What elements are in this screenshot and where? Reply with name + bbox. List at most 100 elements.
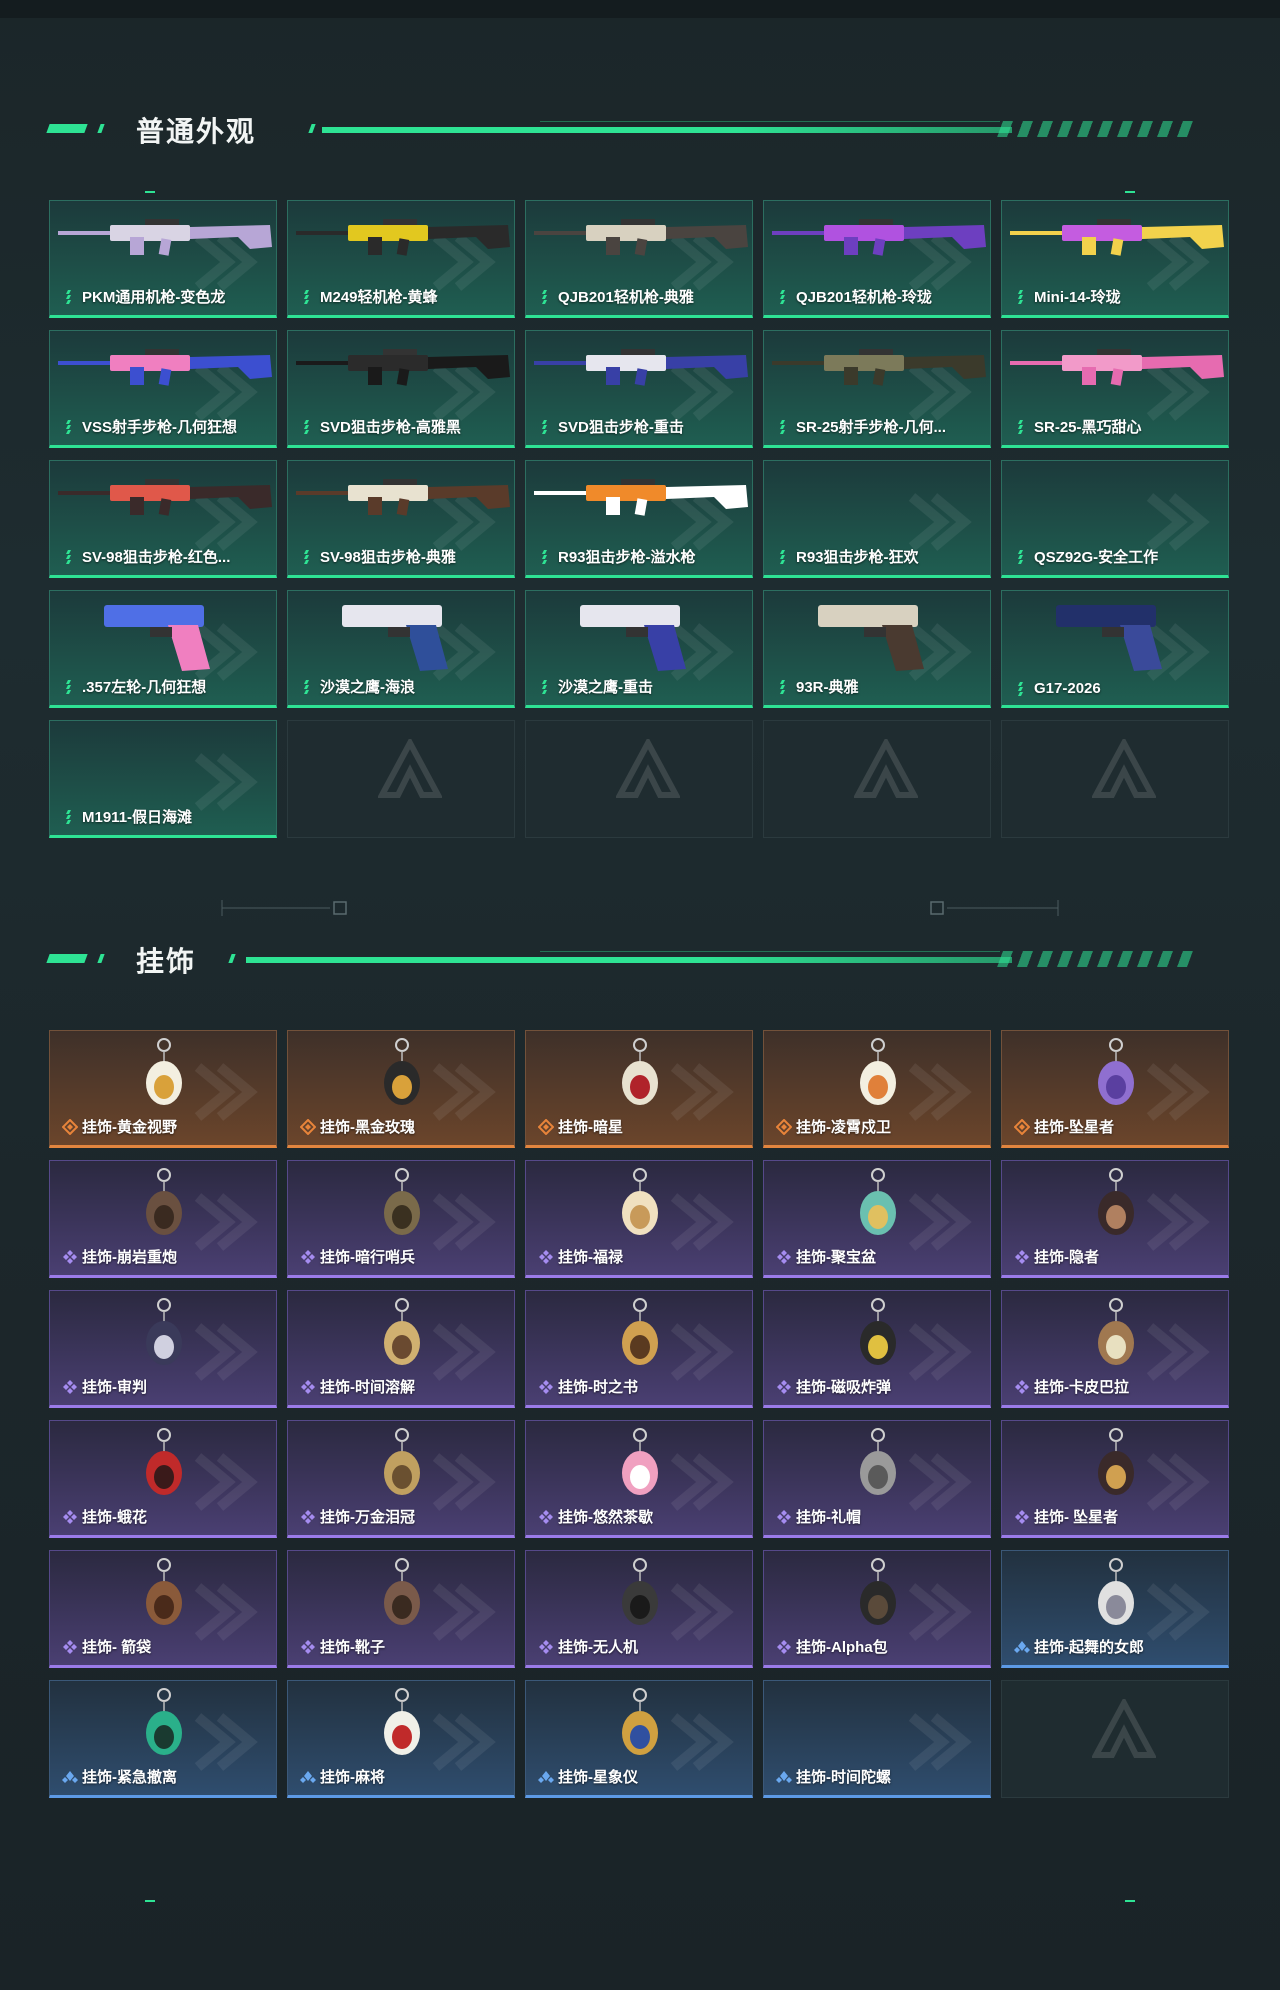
charm-card[interactable]: 挂饰-黑金玫瑰 bbox=[287, 1030, 515, 1148]
item-label-row: M249轻机枪-黄蜂 bbox=[300, 286, 438, 307]
item-label-row: 挂饰-崩岩重炮 bbox=[62, 1246, 177, 1267]
charm-card[interactable]: 挂饰-悠然茶歇 bbox=[525, 1420, 753, 1538]
weapon-skin-card[interactable]: M249轻机枪-黄蜂 bbox=[287, 200, 515, 318]
item-name: 挂饰- 坠星者 bbox=[1034, 1509, 1119, 1526]
weapon-image bbox=[296, 479, 510, 516]
charm-card[interactable]: 挂饰-卡皮巴拉 bbox=[1001, 1290, 1229, 1408]
quality-purple-icon bbox=[539, 1509, 553, 1524]
charm-card[interactable]: 挂饰-Alpha包 bbox=[763, 1550, 991, 1668]
charm-card[interactable]: 挂饰- 坠星者 bbox=[1001, 1420, 1229, 1538]
charm-card[interactable]: 挂饰-礼帽 bbox=[763, 1420, 991, 1538]
item-label-row: PKM通用机枪-变色龙 bbox=[62, 286, 225, 307]
charm-card[interactable]: 挂饰-凌霄戍卫 bbox=[763, 1030, 991, 1148]
charm-card[interactable]: 挂饰-紧急撤离 bbox=[49, 1680, 277, 1798]
item-name: 挂饰-万金泪冠 bbox=[320, 1509, 415, 1526]
charm-card[interactable]: 挂饰-蛾花 bbox=[49, 1420, 277, 1538]
charm-image bbox=[384, 1298, 420, 1365]
charm-card[interactable]: 挂饰-万金泪冠 bbox=[287, 1420, 515, 1538]
charm-card[interactable]: 挂饰-时间溶解 bbox=[287, 1290, 515, 1408]
item-label-row: 挂饰-无人机 bbox=[538, 1636, 638, 1657]
item-name: 沙漠之鹰-海浪 bbox=[320, 679, 415, 696]
item-label-row: 挂饰-悠然茶歇 bbox=[538, 1506, 653, 1527]
charm-card[interactable]: 挂饰-审判 bbox=[49, 1290, 277, 1408]
weapon-image bbox=[58, 219, 272, 256]
charm-card[interactable]: 挂饰-黄金视野 bbox=[49, 1030, 277, 1148]
weapon-skin-card[interactable]: 93R-典雅 bbox=[763, 590, 991, 708]
weapon-skin-card[interactable]: .357左轮-几何狂想 bbox=[49, 590, 277, 708]
charm-card[interactable]: 挂饰-无人机 bbox=[525, 1550, 753, 1668]
item-name: 挂饰-磁吸炸弹 bbox=[796, 1379, 891, 1396]
item-label-row: R93狙击步枪-溢水枪 bbox=[538, 546, 696, 567]
quality-green-icon bbox=[304, 289, 309, 304]
quality-purple-icon bbox=[301, 1639, 315, 1654]
weapon-skin-card[interactable]: QJB201轻机枪-玲珑 bbox=[763, 200, 991, 318]
item-name: SVD狙击步枪-重击 bbox=[558, 419, 684, 436]
quality-purple-icon bbox=[777, 1509, 791, 1524]
section-header-skins: 普通外观 bbox=[0, 108, 1280, 148]
item-name: 挂饰-凌霄戍卫 bbox=[796, 1119, 891, 1136]
charm-image bbox=[860, 1038, 896, 1105]
item-label-row: 挂饰-审判 bbox=[62, 1376, 147, 1397]
quality-purple-icon bbox=[1015, 1249, 1029, 1264]
quality-green-icon bbox=[66, 419, 71, 434]
quality-green-icon bbox=[1018, 419, 1023, 434]
header-accent-tick bbox=[97, 124, 105, 133]
quality-purple-icon bbox=[301, 1249, 315, 1264]
quality-green-icon bbox=[780, 549, 785, 564]
item-name: 挂饰-Alpha包 bbox=[796, 1639, 888, 1656]
weapon-skin-card[interactable]: SVD狙击步枪-高雅黑 bbox=[287, 330, 515, 448]
charm-card[interactable]: 挂饰-麻将 bbox=[287, 1680, 515, 1798]
charm-card[interactable]: 挂饰-隐者 bbox=[1001, 1160, 1229, 1278]
weapon-skin-card[interactable]: 沙漠之鹰-海浪 bbox=[287, 590, 515, 708]
item-name: 挂饰-礼帽 bbox=[796, 1509, 861, 1526]
weapon-skin-card[interactable]: PKM通用机枪-变色龙 bbox=[49, 200, 277, 318]
weapon-skin-card[interactable]: QJB201轻机枪-典雅 bbox=[525, 200, 753, 318]
weapon-skin-card[interactable]: R93狙击步枪-溢水枪 bbox=[525, 460, 753, 578]
weapon-image bbox=[772, 349, 986, 386]
charm-card[interactable]: 挂饰-暗星 bbox=[525, 1030, 753, 1148]
charm-card[interactable]: 挂饰-暗行哨兵 bbox=[287, 1160, 515, 1278]
item-label-row: 挂饰-暗行哨兵 bbox=[300, 1246, 415, 1267]
charm-card[interactable]: 挂饰-聚宝盆 bbox=[763, 1160, 991, 1278]
divider-lines bbox=[221, 900, 1059, 916]
charm-card[interactable]: 挂饰-磁吸炸弹 bbox=[763, 1290, 991, 1408]
charm-card[interactable]: 挂饰-坠星者 bbox=[1001, 1030, 1229, 1148]
item-name: M249轻机枪-黄蜂 bbox=[320, 289, 438, 306]
item-name: SV-98狙击步枪-红色... bbox=[82, 549, 231, 566]
charm-card[interactable]: 挂饰-时之书 bbox=[525, 1290, 753, 1408]
weapon-skin-card[interactable]: SVD狙击步枪-重击 bbox=[525, 330, 753, 448]
quality-purple-icon bbox=[539, 1379, 553, 1394]
weapon-skin-card[interactable]: SR-25-黑巧甜心 bbox=[1001, 330, 1229, 448]
weapon-skin-card[interactable]: SV-98狙击步枪-红色... bbox=[49, 460, 277, 578]
quality-green-icon bbox=[542, 289, 547, 304]
item-name: 挂饰-悠然茶歇 bbox=[558, 1509, 653, 1526]
charm-card[interactable]: 挂饰-崩岩重炮 bbox=[49, 1160, 277, 1278]
quality-green-icon bbox=[1018, 549, 1023, 564]
charm-card[interactable]: 挂饰-起舞的女郎 bbox=[1001, 1550, 1229, 1668]
weapon-skin-card[interactable]: R93狙击步枪-狂欢 bbox=[763, 460, 991, 578]
charm-card[interactable]: 挂饰- 箭袋 bbox=[49, 1550, 277, 1668]
charm-image bbox=[860, 1558, 896, 1625]
weapon-skin-card[interactable]: G17-2026 bbox=[1001, 590, 1229, 708]
weapon-skin-card[interactable]: 沙漠之鹰-重击 bbox=[525, 590, 753, 708]
charm-card[interactable]: 挂饰-时间陀螺 bbox=[763, 1680, 991, 1798]
weapon-skin-card[interactable]: Mini-14-玲珑 bbox=[1001, 200, 1229, 318]
charm-image bbox=[622, 1428, 658, 1495]
quality-blue-icon bbox=[62, 1770, 78, 1783]
charm-card[interactable]: 挂饰-靴子 bbox=[287, 1550, 515, 1668]
weapon-skin-card[interactable]: SR-25射手步枪-几何... bbox=[763, 330, 991, 448]
header-accent-tick bbox=[308, 124, 316, 133]
quality-blue-icon bbox=[776, 1770, 792, 1783]
charm-card[interactable]: 挂饰-福禄 bbox=[525, 1160, 753, 1278]
charm-card[interactable]: 挂饰-星象仪 bbox=[525, 1680, 753, 1798]
weapon-skin-card[interactable]: M1911-假日海滩 bbox=[49, 720, 277, 838]
weapon-skin-card[interactable]: VSS射手步枪-几何狂想 bbox=[49, 330, 277, 448]
quality-purple-icon bbox=[63, 1379, 77, 1394]
item-name: QSZ92G-安全工作 bbox=[1034, 549, 1159, 566]
quality-purple-icon bbox=[301, 1509, 315, 1524]
quality-purple-icon bbox=[777, 1249, 791, 1264]
weapon-skin-card[interactable]: SV-98狙击步枪-典雅 bbox=[287, 460, 515, 578]
charm-image bbox=[622, 1298, 658, 1365]
header-line bbox=[246, 957, 1012, 963]
weapon-skin-card[interactable]: QSZ92G-安全工作 bbox=[1001, 460, 1229, 578]
